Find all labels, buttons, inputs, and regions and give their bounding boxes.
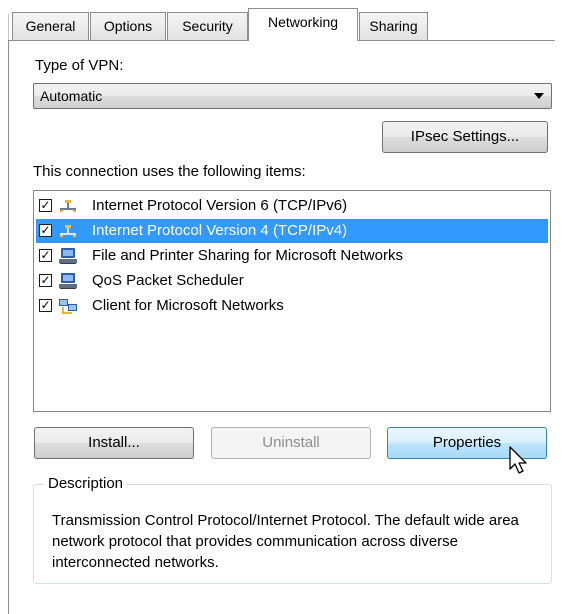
checkbox-checked[interactable]: ✓ (39, 224, 52, 237)
network-protocol-icon (60, 225, 76, 237)
tab-security[interactable]: Security (167, 12, 248, 40)
list-item-label: Internet Protocol Version 6 (TCP/IPv6) (92, 197, 348, 214)
list-item-label: QoS Packet Scheduler (92, 272, 244, 289)
uninstall-button: Uninstall (211, 427, 371, 459)
checkbox-checked[interactable]: ✓ (39, 299, 52, 312)
network-service-icon (59, 248, 77, 264)
list-item[interactable]: ✓ Internet Protocol Version 6 (TCP/IPv6) (36, 194, 548, 218)
dropdown-arrow-icon (534, 93, 544, 99)
ipsec-settings-button[interactable]: IPsec Settings... (382, 121, 548, 153)
tab-sharing[interactable]: Sharing (359, 12, 428, 40)
list-item-label: File and Printer Sharing for Microsoft N… (92, 247, 403, 264)
network-client-icon (59, 299, 77, 314)
list-item-label: Internet Protocol Version 4 (TCP/IPv4) (92, 222, 348, 239)
list-item-selected[interactable]: ✓ Internet Protocol Version 4 (TCP/IPv4) (36, 219, 548, 243)
connection-items-list[interactable]: ✓ Internet Protocol Version 6 (TCP/IPv6)… (33, 190, 551, 412)
description-text: Transmission Control Protocol/Internet P… (52, 512, 519, 571)
network-service-icon (59, 273, 77, 289)
checkbox-checked[interactable]: ✓ (39, 199, 52, 212)
list-item[interactable]: ✓ File and Printer Sharing for Microsoft… (36, 244, 548, 268)
tab-options[interactable]: Options (90, 12, 166, 40)
network-protocol-icon (60, 200, 76, 212)
mouse-pointer-icon (509, 446, 527, 474)
list-item[interactable]: ✓ Client for Microsoft Networks (36, 294, 548, 318)
checkbox-checked[interactable]: ✓ (39, 274, 52, 287)
vpn-type-select[interactable]: Automatic (33, 83, 552, 109)
checkbox-checked[interactable]: ✓ (39, 249, 52, 262)
tab-networking[interactable]: Networking (248, 8, 358, 41)
vpn-type-value: Automatic (40, 88, 103, 104)
install-button[interactable]: Install... (34, 427, 194, 459)
description-title: Description (44, 475, 128, 492)
list-item-label: Client for Microsoft Networks (92, 297, 284, 314)
list-item[interactable]: ✓ QoS Packet Scheduler (36, 269, 548, 293)
tab-general[interactable]: General (12, 12, 89, 40)
items-list-label: This connection uses the following items… (33, 163, 306, 180)
vpn-type-label: Type of VPN: (35, 57, 124, 74)
